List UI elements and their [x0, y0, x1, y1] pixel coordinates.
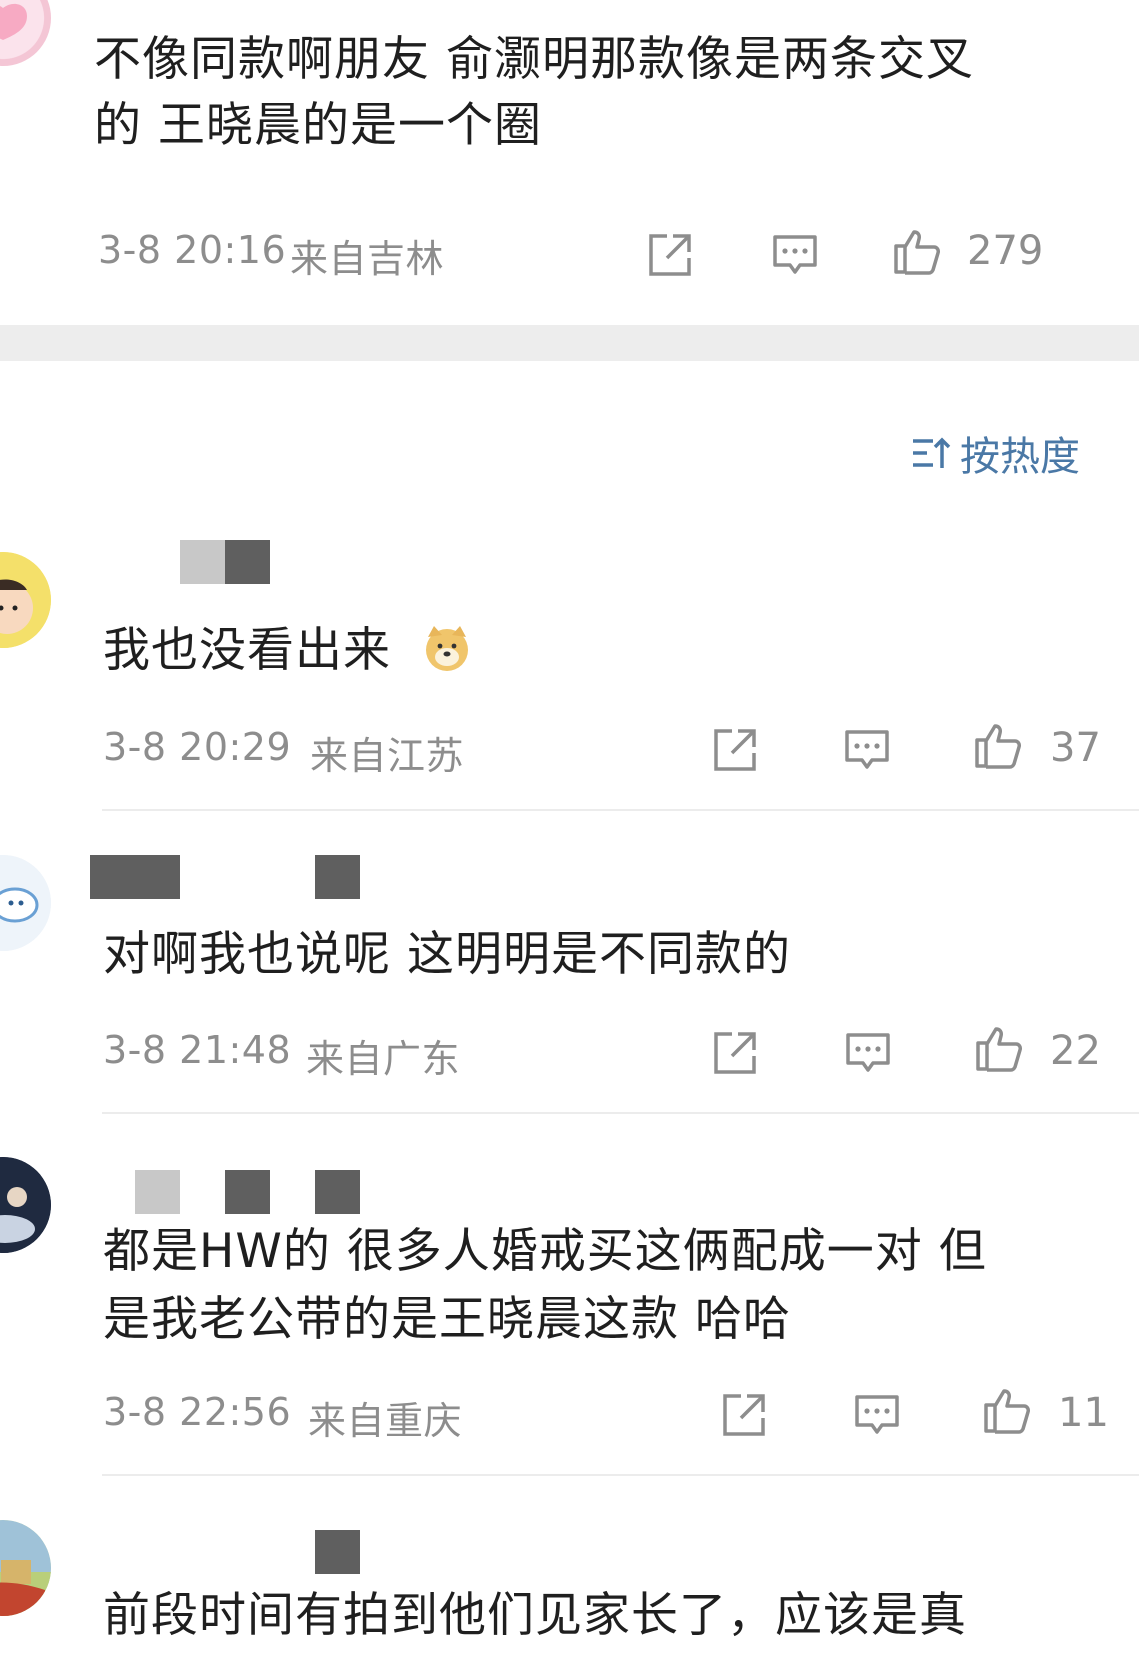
- thumbs-up-icon[interactable]: [973, 720, 1023, 770]
- comment-icon[interactable]: [852, 1390, 902, 1440]
- username-redacted[interactable]: [90, 1170, 365, 1214]
- share-icon[interactable]: [645, 230, 695, 280]
- comment-text-line: 前段时间有拍到他们见家长了，应该是真: [103, 1588, 967, 1643]
- comment-separator: [102, 1112, 1139, 1114]
- comment-separator: [102, 1474, 1139, 1476]
- comment-location: 来自重庆: [308, 1399, 463, 1443]
- thumbs-up-icon[interactable]: [974, 1023, 1024, 1073]
- comment-icon[interactable]: [842, 725, 892, 775]
- like-count: 37: [1050, 725, 1101, 771]
- avatar[interactable]: [0, 855, 51, 951]
- comment-location: 来自吉林: [290, 237, 445, 281]
- comment-icon[interactable]: [843, 1028, 893, 1078]
- comment-text-line: 我也没看出来: [103, 623, 391, 678]
- share-icon[interactable]: [719, 1390, 769, 1440]
- comment-icon[interactable]: [770, 230, 820, 280]
- comment-location: 来自广东: [306, 1037, 461, 1081]
- comment-text-line: 都是HW的 很多人婚戒买这俩配成一对 但: [103, 1224, 987, 1279]
- thumbs-up-icon[interactable]: [892, 226, 942, 276]
- username-redacted[interactable]: [90, 855, 365, 899]
- comment-time: 3-8 22:56: [103, 1390, 292, 1434]
- sort-label: 按热度: [960, 434, 1080, 480]
- like-count: 11: [1058, 1390, 1109, 1436]
- comment-time: 3-8 20:16: [98, 228, 287, 272]
- sort-by-hot-button[interactable]: 按热度: [910, 425, 1080, 481]
- avatar[interactable]: [0, 0, 51, 66]
- comment-location: 来自江苏: [310, 734, 465, 778]
- avatar[interactable]: [0, 1520, 51, 1616]
- like-count: 279: [967, 228, 1044, 274]
- sort-icon: [913, 437, 951, 468]
- share-icon[interactable]: [710, 725, 760, 775]
- doge-emoji-icon: [426, 626, 468, 671]
- section-divider: [0, 325, 1139, 361]
- comment-time: 3-8 20:29: [103, 725, 292, 769]
- avatar[interactable]: [0, 552, 51, 648]
- avatar[interactable]: [0, 1157, 51, 1253]
- comment-item: 不像同款啊朋友 俞灏明那款像是两条交叉 的 王晓晨的是一个圈 3-8 20:16…: [0, 0, 1139, 325]
- comment-time: 3-8 21:48: [103, 1028, 292, 1072]
- username-redacted[interactable]: [315, 1530, 360, 1574]
- comment-text-line: 对啊我也说呢 这明明是不同款的: [103, 927, 791, 982]
- comment-text-line: 的 王晓晨的是一个圈: [94, 98, 542, 153]
- comment-text-line: 不像同款啊朋友 俞灏明那款像是两条交叉: [94, 32, 974, 87]
- comment-text-line: 是我老公带的是王晓晨这款 哈哈: [103, 1292, 791, 1347]
- username-redacted[interactable]: [180, 540, 270, 584]
- like-count: 22: [1050, 1028, 1101, 1074]
- thumbs-up-icon[interactable]: [982, 1385, 1032, 1435]
- share-icon[interactable]: [710, 1028, 760, 1078]
- comment-separator: [102, 809, 1139, 811]
